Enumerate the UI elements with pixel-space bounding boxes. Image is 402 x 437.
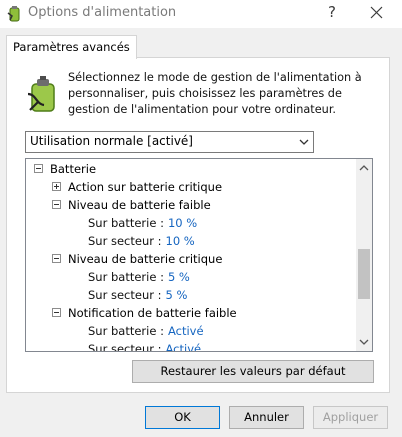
title-bar: Options d'alimentation ?	[0, 0, 402, 28]
tree-node-label: Niveau de batterie critique	[68, 252, 223, 266]
setting-label: Sur secteur :	[88, 342, 162, 352]
setting-value[interactable]: Activé	[168, 324, 204, 338]
expand-icon[interactable]	[52, 182, 61, 191]
setting-label: Sur secteur :	[88, 288, 162, 302]
setting-row[interactable]: Sur secteur : 10 %	[88, 232, 195, 250]
tree-node-label: Action sur batterie critique	[68, 180, 223, 194]
setting-value[interactable]: 5 %	[166, 288, 188, 302]
setting-row[interactable]: Sur batterie : 5 %	[88, 268, 190, 286]
apply-button[interactable]: Appliquer	[313, 406, 388, 429]
chevron-down-icon	[299, 139, 309, 145]
tree-node-critical-action[interactable]: Action sur batterie critique	[52, 178, 222, 196]
power-plan-value: Utilisation normale [activé]	[30, 134, 193, 148]
setting-value[interactable]: Activé	[166, 342, 202, 351]
tree-node-label: Batterie	[50, 162, 97, 176]
collapse-icon[interactable]	[52, 254, 61, 263]
scroll-down-icon[interactable]	[359, 337, 369, 347]
collapse-icon[interactable]	[52, 308, 61, 317]
restore-defaults-button[interactable]: Restaurer les valeurs par défaut	[132, 360, 374, 383]
tree-node-low-level[interactable]: Niveau de batterie faible	[52, 196, 211, 214]
settings-tree[interactable]: Batterie Action sur batterie critique Ni…	[25, 158, 373, 352]
setting-label: Sur batterie :	[88, 324, 164, 338]
tab-advanced-settings[interactable]: Paramètres avancés	[6, 35, 137, 59]
description-text: Sélectionnez le mode de gestion de l'ali…	[68, 71, 362, 116]
tree-node-low-notification[interactable]: Notification de batterie faible	[52, 304, 237, 322]
setting-value[interactable]: 10 %	[166, 234, 195, 248]
tree-scrollbar[interactable]	[356, 159, 372, 351]
window-title: Options d'alimentation	[28, 5, 177, 20]
collapse-icon[interactable]	[52, 200, 61, 209]
help-button[interactable]: ?	[328, 3, 336, 21]
power-options-icon	[7, 6, 20, 22]
setting-row[interactable]: Sur secteur : Activé	[88, 340, 202, 352]
setting-label: Sur batterie :	[88, 270, 164, 284]
close-icon[interactable]	[366, 2, 388, 24]
tree-node-label: Niveau de batterie faible	[68, 198, 211, 212]
cancel-button[interactable]: Annuler	[229, 406, 304, 429]
setting-row[interactable]: Sur batterie : Activé	[88, 322, 204, 340]
setting-row[interactable]: Sur secteur : 5 %	[88, 286, 187, 304]
scrollbar-thumb[interactable]	[358, 249, 370, 299]
setting-label: Sur secteur :	[88, 234, 162, 248]
setting-row[interactable]: Sur batterie : 10 %	[88, 214, 197, 232]
setting-value[interactable]: 10 %	[168, 216, 197, 230]
tree-node-batterie[interactable]: Batterie	[34, 160, 96, 178]
tree-node-label: Notification de batterie faible	[68, 306, 237, 320]
battery-plug-icon	[27, 76, 55, 112]
scroll-up-icon[interactable]	[359, 163, 369, 173]
ok-button[interactable]: OK	[145, 406, 220, 429]
setting-value[interactable]: 5 %	[168, 270, 190, 284]
collapse-icon[interactable]	[34, 164, 43, 173]
power-plan-select[interactable]: Utilisation normale [activé]	[25, 131, 314, 153]
tree-node-critical-level[interactable]: Niveau de batterie critique	[52, 250, 222, 268]
setting-label: Sur batterie :	[88, 216, 164, 230]
